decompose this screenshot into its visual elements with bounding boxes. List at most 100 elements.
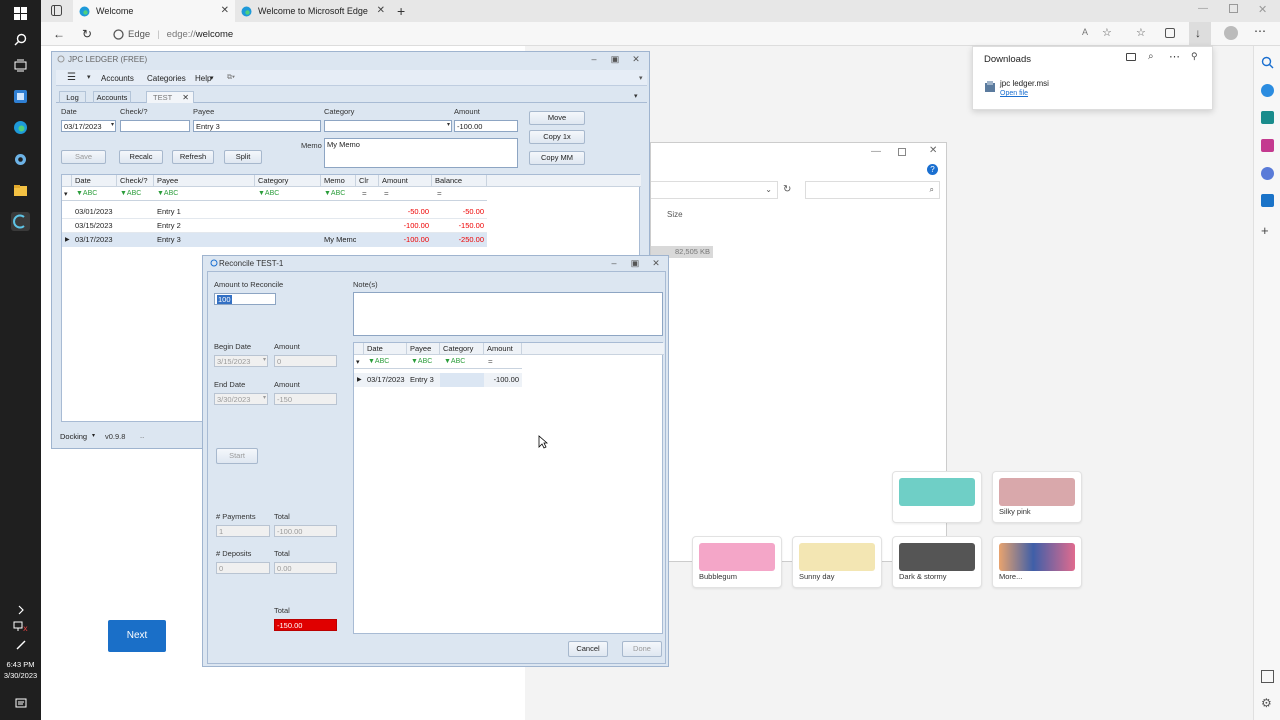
edge-taskbar-icon[interactable] (11, 118, 30, 137)
header-category[interactable]: Category (255, 175, 321, 187)
equals-icon[interactable]: = (384, 189, 389, 198)
theme-card-more[interactable]: More... (992, 536, 1082, 588)
size-column-header[interactable]: Size (667, 210, 683, 219)
split-button[interactable]: Split (224, 150, 262, 164)
task-view-icon[interactable] (11, 56, 30, 75)
tab-log[interactable]: Log (59, 91, 86, 103)
table-row-selected[interactable]: ▶ 03/17/2023 Entry 3 My Memo -100.00 -25… (62, 233, 487, 247)
header-payee[interactable]: Payee (154, 175, 255, 187)
header-category[interactable]: Category (440, 343, 484, 355)
more-options-icon[interactable]: ⋯ (1254, 24, 1266, 38)
tab-test[interactable]: TEST ✕ (146, 91, 194, 103)
header-clr[interactable]: Clr (356, 175, 379, 187)
filter-icon[interactable]: ▼ABC (157, 190, 178, 197)
search-icon[interactable]: ⌕ (1148, 51, 1154, 62)
windows-start-icon[interactable] (11, 4, 30, 23)
payments-total-field[interactable]: -100.00 (274, 525, 337, 537)
table-row-selected[interactable]: ▶ 03/17/2023 Entry 3 -100.00 (354, 373, 522, 387)
theme-card-teal[interactable] (892, 471, 982, 523)
start-button[interactable]: Start (216, 448, 258, 464)
category-field[interactable]: ▾ (324, 120, 452, 132)
total-field[interactable]: -150.00 (274, 619, 337, 631)
favorites-icon[interactable]: ☆ (1136, 26, 1146, 39)
ledger-app-icon[interactable] (11, 212, 30, 231)
chevron-down-icon[interactable]: ▾ (210, 74, 214, 82)
open-file-link[interactable]: Open file (1000, 90, 1028, 97)
recalc-button[interactable]: Recalc (119, 150, 163, 164)
payments-count-field[interactable]: 1 (216, 525, 270, 537)
deposits-total-field[interactable]: 0.00 (274, 562, 337, 574)
filter-icon[interactable]: ▼ABC (368, 358, 389, 365)
chevron-down-icon[interactable]: ▾ (639, 74, 643, 82)
payee-field[interactable]: Entry 3 (193, 120, 321, 132)
settings-gear-icon[interactable] (11, 150, 30, 169)
begin-amount-field[interactable]: 0 (274, 355, 337, 367)
equals-icon[interactable]: = (488, 357, 493, 366)
date-field[interactable]: 03/17/2023 ▾ (61, 120, 116, 132)
pin-icon[interactable]: ⚲ (1191, 51, 1198, 62)
restore-icon[interactable]: ▣ (630, 258, 640, 268)
maximize-icon[interactable] (898, 148, 906, 156)
notification-icon[interactable] (11, 694, 30, 713)
begin-date-field[interactable]: 3/15/2023 ▾ (214, 355, 268, 367)
theme-card-bubblegum[interactable]: Bubblegum (692, 536, 782, 588)
filter-icon[interactable]: ▼ABC (411, 358, 432, 365)
download-file-name[interactable]: jpc ledger.msi (1000, 79, 1049, 88)
close-tab-icon[interactable]: ✕ (221, 5, 229, 16)
filter-icon[interactable]: ▼ABC (120, 190, 141, 197)
minimize-icon[interactable]: – (589, 54, 599, 64)
memo-field[interactable]: My Memo (324, 138, 518, 168)
close-icon[interactable]: ✕ (929, 145, 937, 156)
filter-icon[interactable]: ▼ABC (258, 190, 279, 197)
menu-categories[interactable]: Categories (147, 74, 186, 83)
copy-mm-button[interactable]: Copy MM (529, 151, 585, 165)
open-folder-icon[interactable] (1126, 53, 1136, 61)
table-row[interactable]: 03/15/2023 Entry 2 -100.00 -150.00 (62, 219, 487, 233)
hamburger-menu-icon[interactable]: ☰ (67, 72, 76, 83)
refresh-icon[interactable]: ↻ (783, 184, 791, 195)
tools-icon[interactable] (1261, 111, 1274, 124)
folder-icon[interactable] (11, 181, 30, 200)
file-manager-icon[interactable] (11, 87, 30, 106)
end-amount-field[interactable]: -150 (274, 393, 337, 405)
filter-icon[interactable]: ▼ABC (76, 190, 97, 197)
settings-gear-icon[interactable]: ⚙ (1261, 697, 1274, 710)
search-icon[interactable] (11, 30, 30, 49)
tab-welcome[interactable]: Welcome ✕ (73, 0, 235, 22)
minimize-icon[interactable]: — (1198, 3, 1208, 14)
path-box[interactable]: ⌄ (651, 181, 778, 199)
pen-icon[interactable] (11, 635, 30, 654)
add-favorite-icon[interactable]: ☆ (1102, 26, 1112, 39)
more-options-icon[interactable]: ⋯ (1169, 50, 1180, 63)
filter-icon[interactable]: ▼ABC (324, 190, 345, 197)
outlook-icon[interactable] (1261, 194, 1274, 207)
url-box[interactable]: Edge | edge://welcome (113, 25, 433, 43)
chevron-down-icon[interactable]: ▾ (634, 92, 638, 100)
tab-accounts[interactable]: Accounts (93, 91, 131, 103)
close-tab-icon[interactable]: ✕ (182, 92, 189, 104)
explorer-search-box[interactable]: ⌕ (805, 181, 940, 199)
new-tab-icon[interactable]: + (397, 3, 405, 19)
table-row[interactable]: 03/01/2023 Entry 1 -50.00 -50.00 (62, 205, 487, 219)
chevron-down-icon[interactable]: ▾ (111, 121, 114, 130)
refresh-button[interactable]: Refresh (172, 150, 214, 164)
notes-field[interactable] (353, 292, 663, 336)
header-date[interactable]: Date (364, 343, 407, 355)
restore-icon[interactable]: ▣ (610, 54, 620, 64)
theme-card-sunny-day[interactable]: Sunny day (792, 536, 882, 588)
chevron-down-icon[interactable]: ⌄ (765, 185, 772, 194)
save-button[interactable]: Save (61, 150, 106, 164)
chevron-down-icon[interactable]: ▾ (263, 394, 266, 403)
bing-icon[interactable] (1261, 84, 1274, 97)
header-date[interactable]: Date (72, 175, 117, 187)
close-icon[interactable]: ✕ (651, 258, 661, 268)
next-button[interactable]: Next (108, 620, 166, 652)
maximize-icon[interactable] (1229, 4, 1238, 13)
deposits-count-field[interactable]: 0 (216, 562, 270, 574)
games-icon[interactable] (1261, 139, 1274, 152)
cancel-button[interactable]: Cancel (568, 641, 608, 657)
help-icon[interactable]: ? (927, 164, 938, 175)
tab-actions-icon[interactable] (51, 5, 62, 16)
plugin-icon[interactable]: ⧉▾ (227, 74, 235, 82)
chevron-down-icon[interactable]: ▾ (263, 356, 266, 365)
